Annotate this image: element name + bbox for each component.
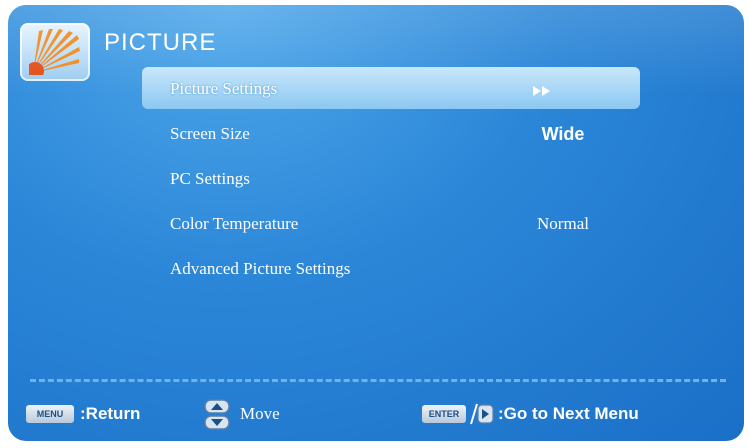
move-hint: Move (240, 404, 280, 423)
menu-key-icon[interactable]: MENU (26, 405, 74, 423)
menu-item-label: PC Settings (170, 169, 250, 188)
menu-item-label: Screen Size (170, 124, 250, 143)
menu-item-color-temperature[interactable]: Color Temperature Normal (142, 202, 640, 244)
return-hint: :Return (80, 404, 141, 423)
osd-panel: PICTURE Picture Settings Screen Size Wid… (8, 5, 744, 441)
up-down-navigation-icon (202, 399, 232, 436)
screen-size-value: Wide (541, 124, 585, 144)
menu-item-label: Color Temperature (170, 214, 299, 233)
footer-hints: MENU :Return Move ENTER :Go to Next Menu (8, 399, 744, 431)
footer-divider (30, 379, 726, 382)
menu-item-pc-settings[interactable]: PC Settings (142, 157, 640, 199)
submenu-arrow-icon (532, 82, 552, 102)
sun-rays-icon (20, 23, 90, 81)
right-arrow-key-icon[interactable] (470, 403, 494, 430)
menu-item-picture-settings[interactable]: Picture Settings (142, 67, 640, 109)
page-title: PICTURE (104, 29, 217, 56)
picture-menu: Picture Settings Screen Size Wide PC Set… (142, 67, 640, 292)
menu-item-label: Advanced Picture Settings (170, 259, 351, 278)
menu-item-advanced-picture-settings[interactable]: Advanced Picture Settings (142, 247, 640, 289)
enter-key-icon[interactable]: ENTER (422, 405, 466, 423)
color-temperature-value: Normal (537, 214, 589, 233)
menu-item-screen-size[interactable]: Screen Size Wide (142, 112, 640, 154)
next-menu-hint: :Go to Next Menu (498, 404, 639, 423)
menu-item-label: Picture Settings (170, 79, 278, 98)
